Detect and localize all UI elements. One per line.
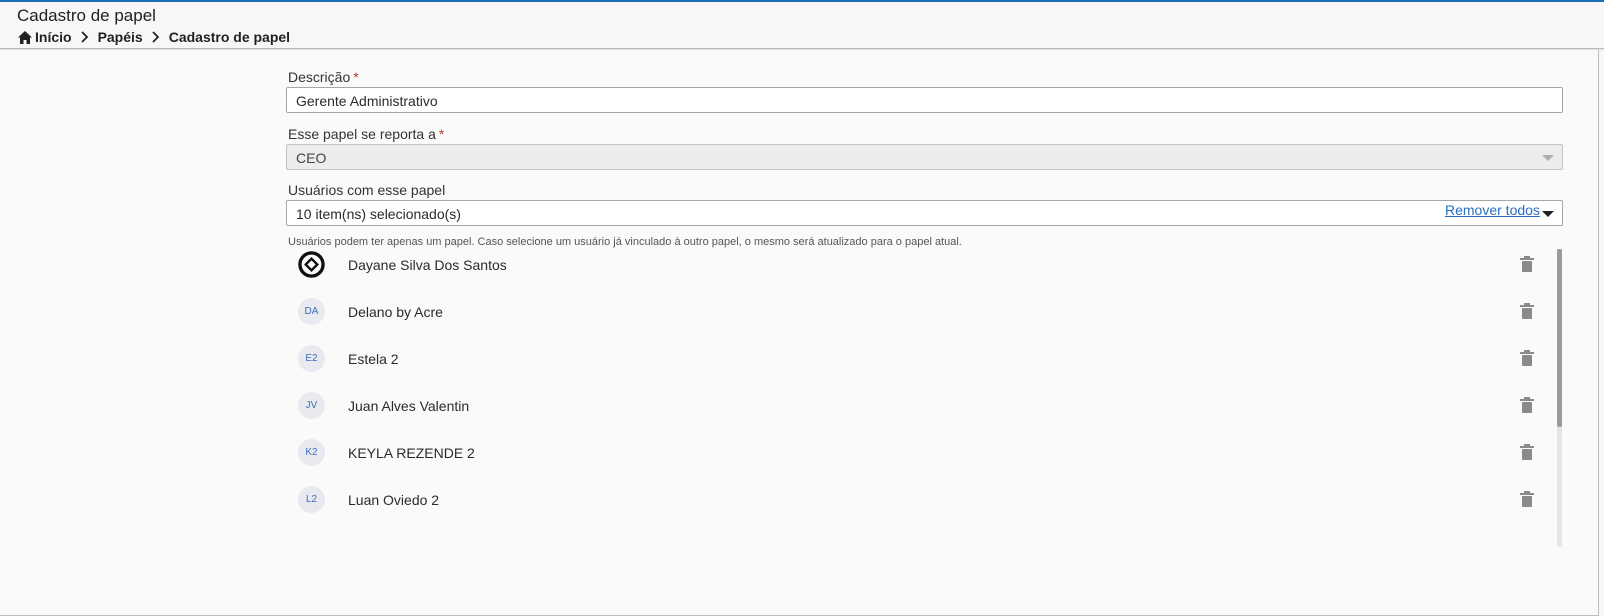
breadcrumb: Início Papéis Cadastro de papel [18,29,290,45]
reporta-label-text: Esse papel se reporta a [288,126,436,142]
home-icon[interactable] [18,30,32,44]
user-name: Luan Oviedo 2 [348,492,440,508]
totvs-logo-icon [298,251,325,278]
trash-icon[interactable] [1520,256,1534,272]
trash-icon[interactable] [1520,303,1534,319]
avatar: DA [298,298,325,325]
chevron-right-icon [80,31,88,43]
remove-all-link[interactable]: Remover todos [1445,202,1540,218]
trash-icon[interactable] [1520,491,1534,507]
list-item: L2 Luan Oviedo 2 [286,477,1544,525]
avatar: L2 [298,486,325,513]
breadcrumb-inicio[interactable]: Início [35,29,72,45]
descricao-label: Descrição * [288,69,359,85]
usuarios-label: Usuários com esse papel [288,182,445,198]
required-asterisk: * [438,126,445,142]
list-item: K2 KEYLA REZENDE 2 [286,430,1544,478]
list-scrollbar[interactable] [1557,249,1562,547]
breadcrumb-cadastro: Cadastro de papel [168,29,291,45]
user-name: Estela 2 [348,351,399,367]
list-item: JV Juan Alves Valentin [286,383,1544,431]
reporta-label: Esse papel se reporta a * [288,126,444,142]
scrollbar-thumb[interactable] [1557,249,1562,427]
user-list: Dayane Silva Dos Santos DA Delano by Acr… [286,222,1544,547]
avatar: E2 [298,345,325,372]
page-header: Cadastro de papel Início Papéis Cadastro… [0,2,1604,49]
usuarios-label-text: Usuários com esse papel [288,182,446,198]
usuarios-value: 10 item(ns) selecionado(s) [296,206,461,222]
reporta-select[interactable]: CEO [286,144,1563,170]
user-name: Delano by Acre [348,304,443,320]
trash-icon[interactable] [1520,397,1534,413]
user-name: Juan Alves Valentin [348,398,470,414]
user-name: Dayane Silva Dos Santos [348,257,507,273]
list-item: DA Delano by Acre [286,289,1544,337]
trash-icon[interactable] [1520,444,1534,460]
user-name: KEYLA REZENDE 2 [348,445,475,461]
breadcrumb-papeis[interactable]: Papéis [98,29,143,45]
page-title: Cadastro de papel [17,6,156,25]
list-item: E2 Estela 2 [286,336,1544,384]
reporta-value: CEO [296,150,327,166]
avatar: K2 [298,439,325,466]
descricao-input[interactable]: Gerente Administrativo [286,87,1563,113]
chevron-right-icon [152,31,159,43]
avatar: JV [298,392,325,419]
caret-down-icon[interactable] [1542,211,1554,217]
caret-down-icon [1542,155,1554,161]
descricao-value: Gerente Administrativo [296,93,438,109]
trash-icon[interactable] [1520,350,1534,366]
list-item: Dayane Silva Dos Santos [286,242,1544,290]
descricao-label-text: Descrição [288,69,351,85]
required-asterisk: * [353,69,359,85]
